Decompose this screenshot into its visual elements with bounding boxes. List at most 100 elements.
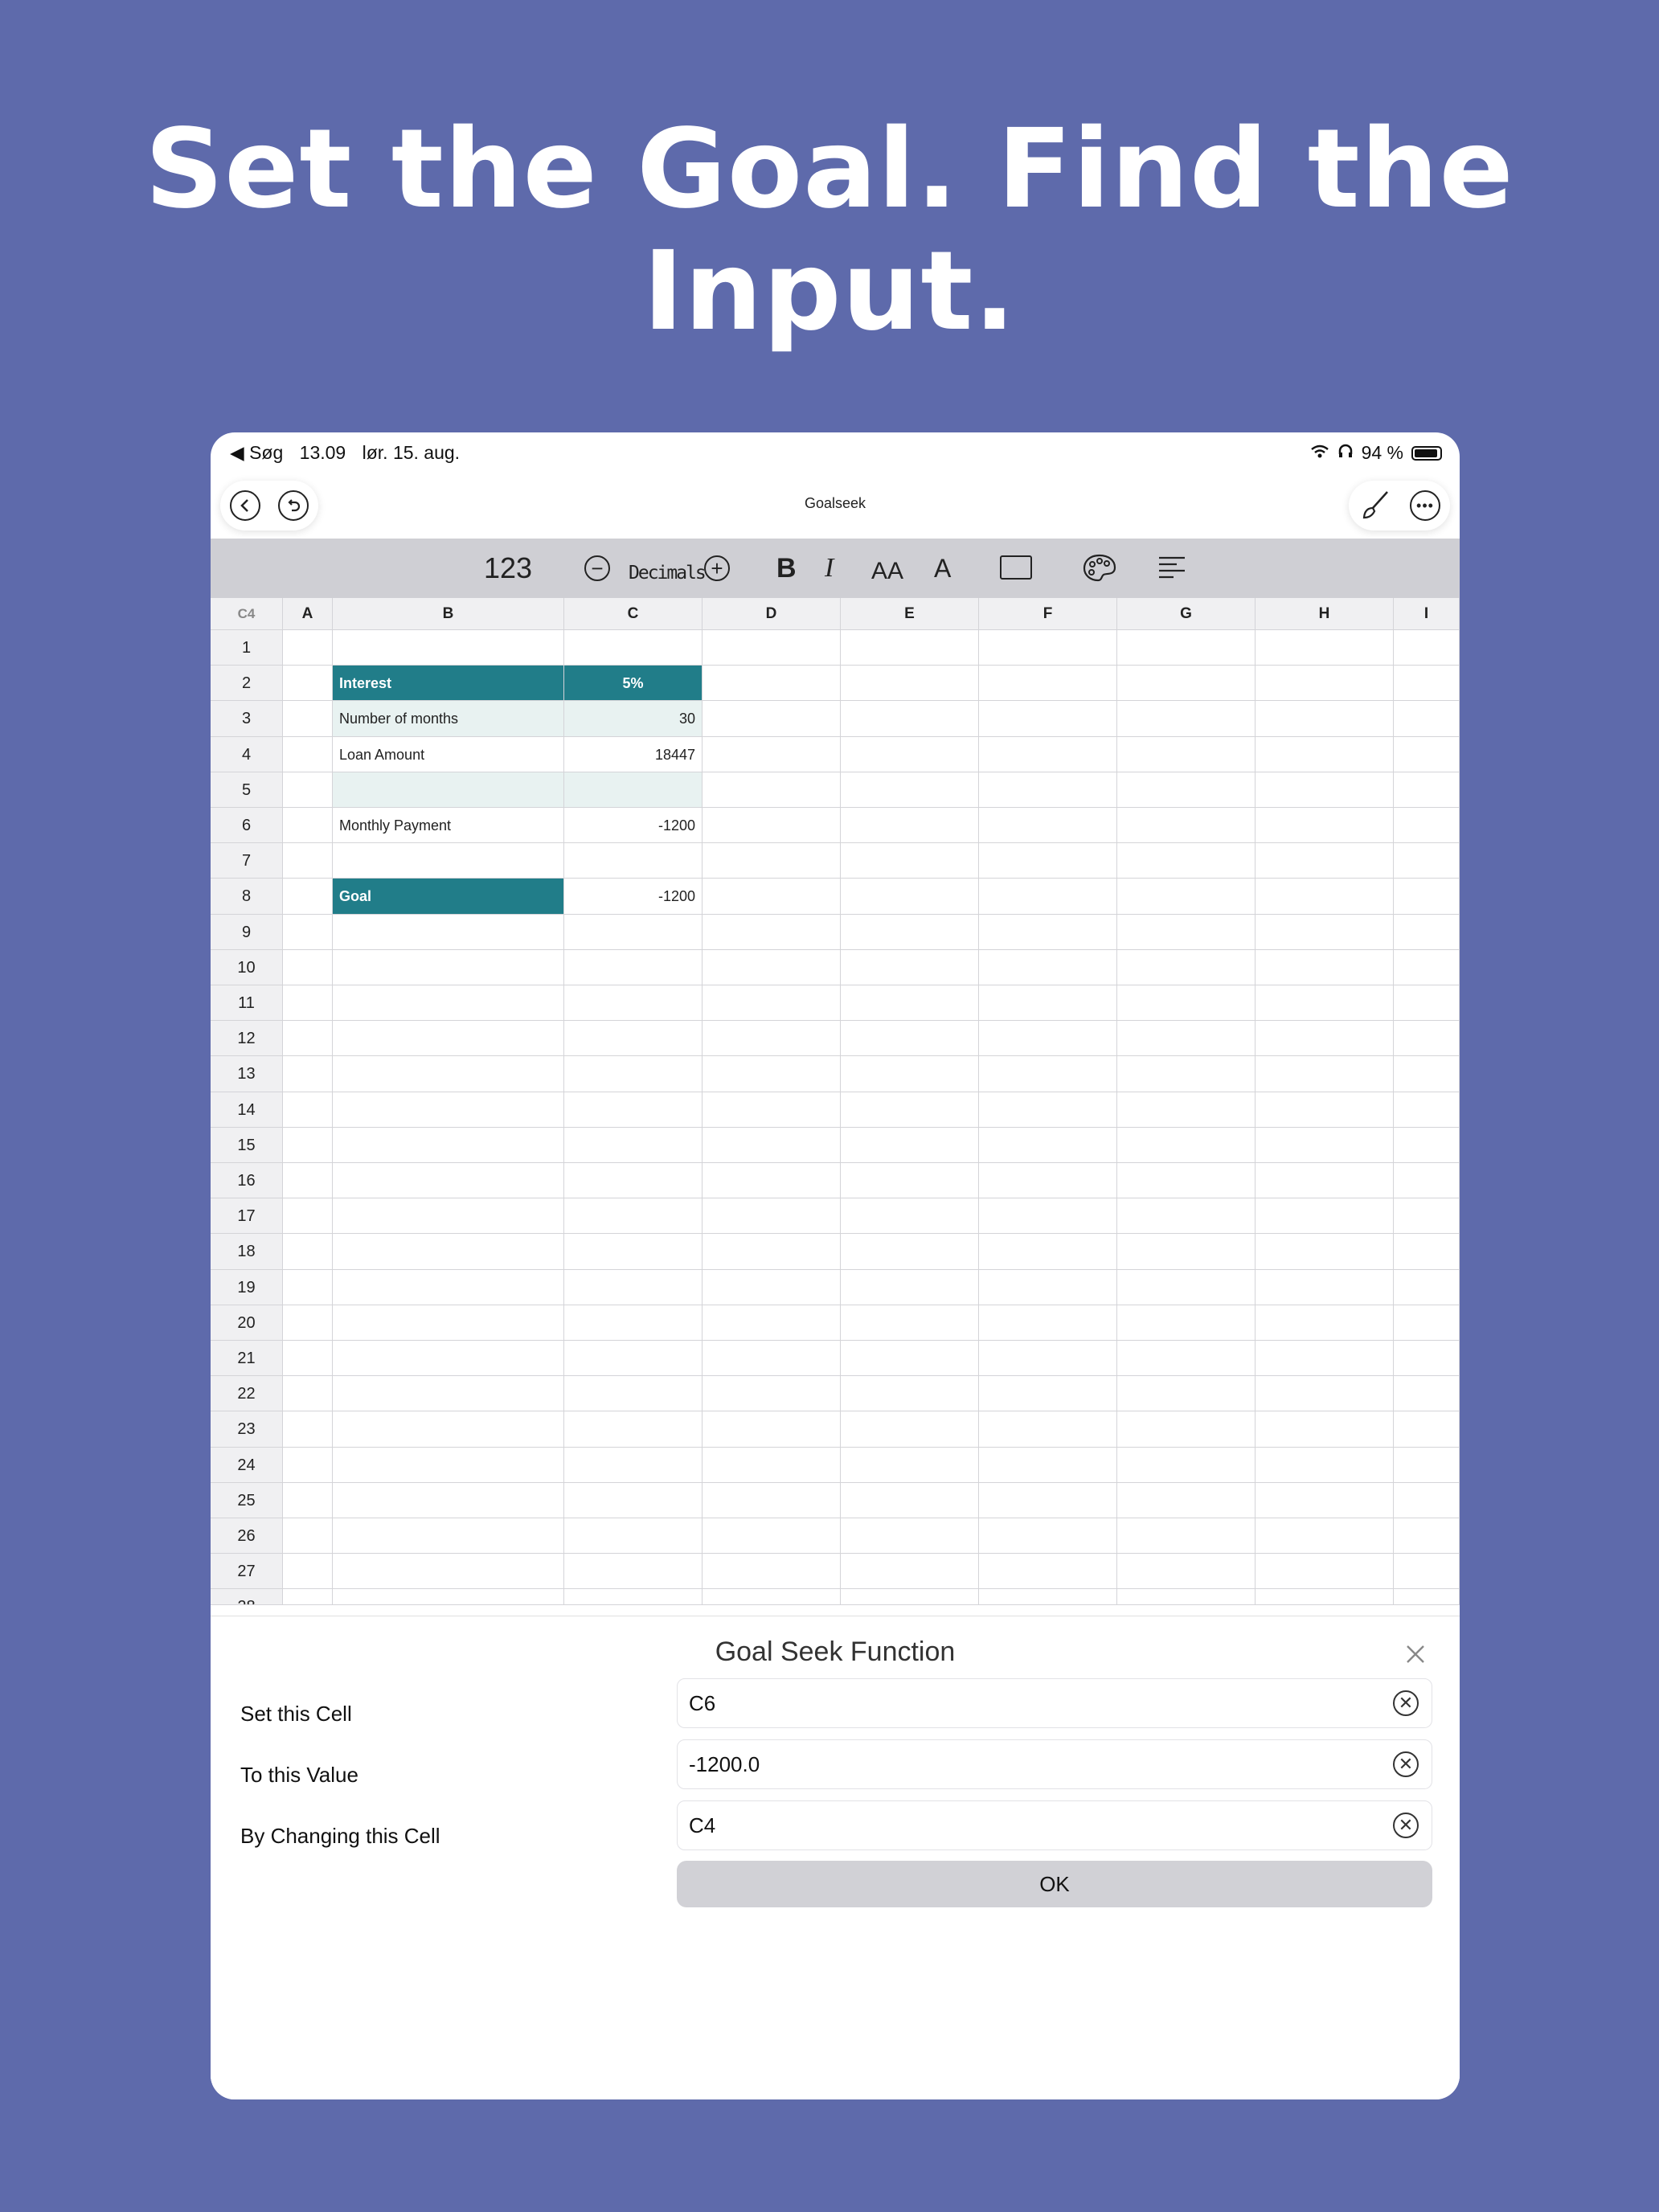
- cell-b4[interactable]: Loan Amount: [333, 736, 564, 772]
- cell-f12[interactable]: [979, 1021, 1117, 1057]
- cell-d4[interactable]: [703, 736, 841, 772]
- cell-i23[interactable]: [1394, 1411, 1460, 1448]
- cell-d6[interactable]: [703, 808, 841, 844]
- row-header-15[interactable]: 15: [211, 1127, 283, 1163]
- cell-h8[interactable]: [1256, 879, 1394, 915]
- cell-g20[interactable]: [1117, 1305, 1256, 1341]
- cell-i8[interactable]: [1394, 879, 1460, 915]
- cell-i21[interactable]: [1394, 1341, 1460, 1377]
- cell-d27[interactable]: [703, 1554, 841, 1590]
- cell-e2[interactable]: [841, 666, 979, 702]
- cell-c21[interactable]: [564, 1341, 703, 1377]
- row-header-24[interactable]: 24: [211, 1447, 283, 1483]
- cell-i7[interactable]: [1394, 843, 1460, 879]
- cell-f13[interactable]: [979, 1056, 1117, 1092]
- cell-b15[interactable]: [333, 1127, 564, 1163]
- column-header-f[interactable]: F: [979, 598, 1117, 630]
- cell-e27[interactable]: [841, 1554, 979, 1590]
- ok-button[interactable]: OK: [677, 1861, 1432, 1907]
- cell-e1[interactable]: [841, 630, 979, 666]
- row-header-12[interactable]: 12: [211, 1021, 283, 1057]
- close-icon[interactable]: [1405, 1641, 1426, 1672]
- cell-g10[interactable]: [1117, 949, 1256, 985]
- row-header-20[interactable]: 20: [211, 1305, 283, 1341]
- column-header-i[interactable]: I: [1394, 598, 1460, 630]
- cell-g15[interactable]: [1117, 1127, 1256, 1163]
- cell-g3[interactable]: [1117, 701, 1256, 737]
- cell-b16[interactable]: [333, 1163, 564, 1199]
- cell-f4[interactable]: [979, 736, 1117, 772]
- cell-i3[interactable]: [1394, 701, 1460, 737]
- row-header-19[interactable]: 19: [211, 1269, 283, 1305]
- cell-c14[interactable]: [564, 1092, 703, 1128]
- cell-i25[interactable]: [1394, 1482, 1460, 1518]
- cell-e26[interactable]: [841, 1518, 979, 1555]
- cell-a16[interactable]: [283, 1163, 333, 1199]
- cell-i18[interactable]: [1394, 1234, 1460, 1270]
- cell-g12[interactable]: [1117, 1021, 1256, 1057]
- cell-f14[interactable]: [979, 1092, 1117, 1128]
- cell-c13[interactable]: [564, 1056, 703, 1092]
- italic-button[interactable]: I: [825, 553, 834, 584]
- cell-e4[interactable]: [841, 736, 979, 772]
- cell-h6[interactable]: [1256, 808, 1394, 844]
- cell-f5[interactable]: [979, 772, 1117, 808]
- cell-i5[interactable]: [1394, 772, 1460, 808]
- cell-d1[interactable]: [703, 630, 841, 666]
- cell-f3[interactable]: [979, 701, 1117, 737]
- set-cell-input[interactable]: [687, 1679, 1374, 1727]
- cell-d18[interactable]: [703, 1234, 841, 1270]
- cell-h16[interactable]: [1256, 1163, 1394, 1199]
- cell-e15[interactable]: [841, 1127, 979, 1163]
- cell-a11[interactable]: [283, 985, 333, 1022]
- cell-f25[interactable]: [979, 1482, 1117, 1518]
- cell-c16[interactable]: [564, 1163, 703, 1199]
- row-header-27[interactable]: 27: [211, 1554, 283, 1590]
- cell-b28[interactable]: [333, 1589, 564, 1606]
- cell-i11[interactable]: [1394, 985, 1460, 1022]
- cell-a18[interactable]: [283, 1234, 333, 1270]
- cell-g2[interactable]: [1117, 666, 1256, 702]
- cell-e5[interactable]: [841, 772, 979, 808]
- cell-b12[interactable]: [333, 1021, 564, 1057]
- cell-g1[interactable]: [1117, 630, 1256, 666]
- cell-i27[interactable]: [1394, 1554, 1460, 1590]
- cell-e13[interactable]: [841, 1056, 979, 1092]
- minus-icon[interactable]: −: [584, 555, 610, 581]
- cell-e28[interactable]: [841, 1589, 979, 1606]
- cell-d15[interactable]: [703, 1127, 841, 1163]
- cell-b20[interactable]: [333, 1305, 564, 1341]
- cell-a22[interactable]: [283, 1376, 333, 1412]
- cell-c17[interactable]: [564, 1198, 703, 1235]
- cell-b13[interactable]: [333, 1056, 564, 1092]
- cell-d8[interactable]: [703, 879, 841, 915]
- cell-a4[interactable]: [283, 736, 333, 772]
- cell-b23[interactable]: [333, 1411, 564, 1448]
- cell-a10[interactable]: [283, 949, 333, 985]
- cell-d14[interactable]: [703, 1092, 841, 1128]
- row-header-16[interactable]: 16: [211, 1163, 283, 1199]
- cell-i19[interactable]: [1394, 1269, 1460, 1305]
- cell-d20[interactable]: [703, 1305, 841, 1341]
- cell-h18[interactable]: [1256, 1234, 1394, 1270]
- clear-icon[interactable]: ✕: [1393, 1690, 1419, 1716]
- cell-a1[interactable]: [283, 630, 333, 666]
- cell-e22[interactable]: [841, 1376, 979, 1412]
- cell-i10[interactable]: [1394, 949, 1460, 985]
- cell-f20[interactable]: [979, 1305, 1117, 1341]
- cell-g7[interactable]: [1117, 843, 1256, 879]
- cell-i28[interactable]: [1394, 1589, 1460, 1606]
- cell-i9[interactable]: [1394, 914, 1460, 950]
- cell-c25[interactable]: [564, 1482, 703, 1518]
- cell-f27[interactable]: [979, 1554, 1117, 1590]
- cell-a19[interactable]: [283, 1269, 333, 1305]
- row-header-11[interactable]: 11: [211, 985, 283, 1022]
- column-header-b[interactable]: B: [333, 598, 564, 630]
- cell-c23[interactable]: [564, 1411, 703, 1448]
- cell-d13[interactable]: [703, 1056, 841, 1092]
- cell-e18[interactable]: [841, 1234, 979, 1270]
- cell-b27[interactable]: [333, 1554, 564, 1590]
- cell-e25[interactable]: [841, 1482, 979, 1518]
- cell-c6[interactable]: -1200: [564, 808, 703, 844]
- cell-g24[interactable]: [1117, 1447, 1256, 1483]
